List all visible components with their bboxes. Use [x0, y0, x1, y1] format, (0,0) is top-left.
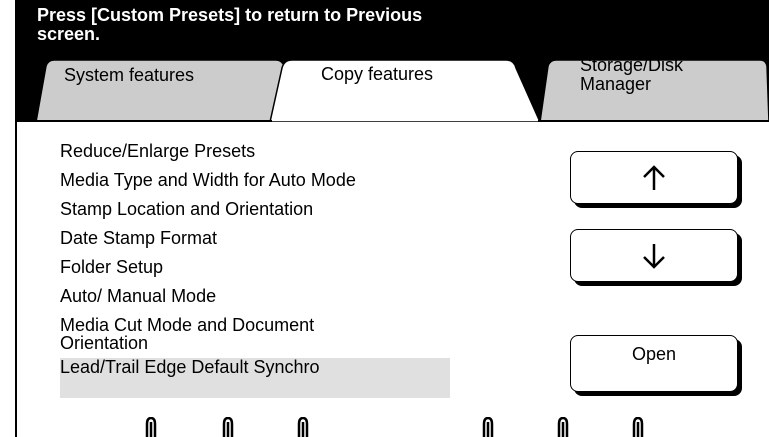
tab-bar: System features Copy features Storage/Di… [0, 0, 769, 122]
tab-storage-disk-manager[interactable]: Storage/Disk Manager [548, 56, 766, 122]
clip-icon [222, 417, 234, 437]
copy-features-screen: Press [Custom Presets] to return to Prev… [0, 0, 769, 437]
list-item-auto-manual-mode[interactable]: Auto/ Manual Mode [60, 287, 450, 306]
list-item-folder-setup[interactable]: Folder Setup [60, 258, 450, 277]
scroll-up-button[interactable] [570, 151, 738, 204]
clip-icon [297, 417, 309, 437]
tab-storage-disk-manager-label: Storage/Disk Manager [580, 55, 684, 94]
tab-copy-features[interactable]: Copy features [284, 60, 514, 122]
clip-icon [482, 417, 494, 437]
clip-icon [145, 417, 157, 437]
clip-icon [632, 417, 644, 437]
arrow-up-icon [643, 164, 665, 190]
open-button[interactable]: Open [570, 335, 738, 392]
arrow-down-icon [643, 243, 665, 269]
list-item-date-stamp-format[interactable]: Date Stamp Format [60, 229, 450, 248]
open-button-label: Open [631, 344, 677, 364]
tab-copy-features-label: Copy features [321, 64, 434, 84]
tab-system-features-label: System features [64, 65, 195, 85]
scroll-down-button[interactable] [570, 229, 738, 282]
list-item-stamp-location[interactable]: Stamp Location and Orientation [60, 200, 450, 219]
bottom-clip-row [0, 417, 769, 437]
list-item-lead-trail-edge[interactable]: Lead/Trail Edge Default Synchro [60, 358, 450, 398]
list-item-reduce-enlarge-presets[interactable]: Reduce/Enlarge Presets [60, 142, 450, 161]
tab-system-features[interactable]: System features [46, 60, 284, 122]
clip-icon [557, 417, 569, 437]
list-item-media-type-width[interactable]: Media Type and Width for Auto Mode [60, 171, 450, 190]
feature-list: Reduce/Enlarge Presets Media Type and Wi… [60, 142, 450, 398]
list-item-media-cut-mode[interactable]: Media Cut Mode and Document Orientation [60, 316, 360, 352]
